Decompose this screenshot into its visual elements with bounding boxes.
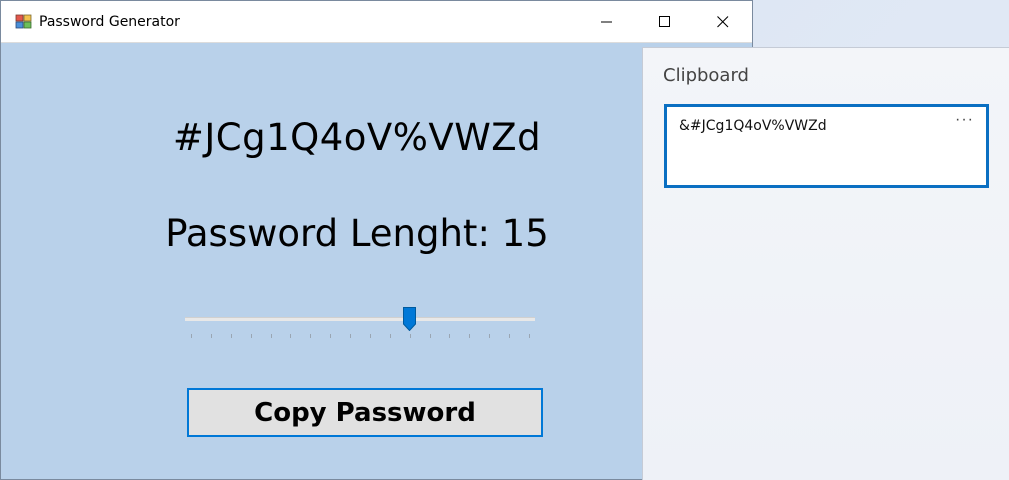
ellipsis-icon[interactable]: ··· — [955, 111, 974, 129]
slider-tick — [529, 334, 530, 338]
slider-tick — [230, 334, 232, 338]
slider-tick — [270, 334, 272, 338]
slider-tick — [250, 334, 252, 338]
close-icon — [717, 16, 729, 28]
slider-tick — [429, 334, 431, 338]
maximize-icon — [659, 16, 670, 27]
slider-tick — [389, 334, 391, 338]
password-length-label: Password Lenght: 15 — [165, 212, 549, 255]
slider-tick — [310, 334, 312, 338]
slider-tick — [509, 334, 511, 338]
slider-tick — [409, 334, 411, 338]
slider-tick — [290, 334, 292, 338]
password-generator-window: Password Generator #JCg1Q4oV%VWZd Passwo… — [0, 0, 753, 480]
minimize-icon — [601, 21, 612, 23]
minimize-button[interactable] — [578, 1, 636, 43]
clipboard-item-text: &#JCg1Q4oV%VWZd — [679, 118, 827, 134]
slider-tick — [489, 334, 491, 338]
clipboard-panel: Clipboard &#JCg1Q4oV%VWZd ··· — [642, 47, 1009, 480]
copy-password-button[interactable]: Copy Password — [187, 388, 543, 437]
slider-track[interactable] — [185, 317, 535, 321]
app-icon — [15, 14, 32, 29]
close-button[interactable] — [694, 1, 752, 43]
slider-tick — [449, 334, 451, 338]
slider-thumb[interactable] — [403, 307, 417, 331]
slider-tick — [330, 334, 332, 338]
password-length-slider[interactable] — [185, 305, 535, 341]
slider-tick — [369, 334, 371, 338]
slider-tick — [210, 334, 212, 338]
slider-tick — [191, 334, 192, 338]
window-title: Password Generator — [39, 14, 180, 30]
slider-tick — [350, 334, 352, 338]
slider-tick — [469, 334, 471, 338]
title-bar[interactable]: Password Generator — [1, 1, 752, 43]
clipboard-item[interactable]: &#JCg1Q4oV%VWZd ··· — [664, 104, 989, 188]
clipboard-title: Clipboard — [663, 65, 749, 86]
generated-password: #JCg1Q4oV%VWZd — [172, 116, 542, 159]
maximize-button[interactable] — [636, 1, 694, 43]
